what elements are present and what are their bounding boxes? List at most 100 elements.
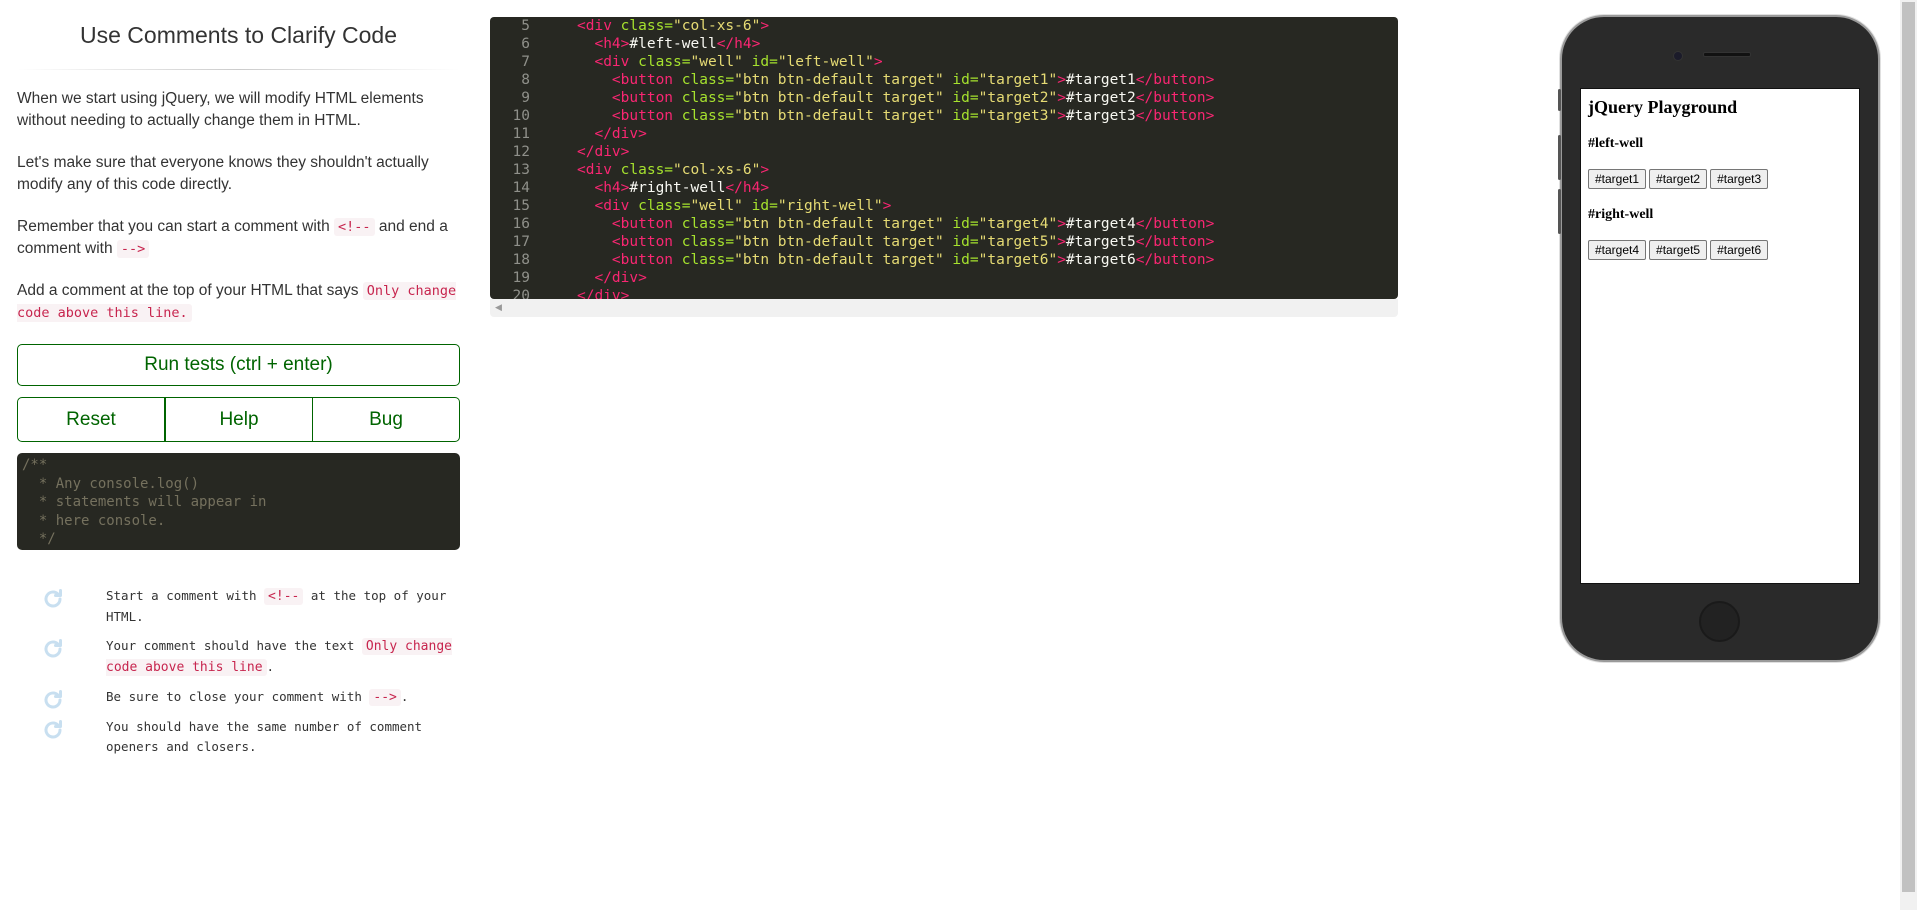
code-content[interactable]: <button class="btn btn-default target" i…	[577, 233, 1214, 251]
help-button[interactable]: Help	[165, 397, 313, 442]
code-line[interactable]: 8 <button class="btn btn-default target"…	[490, 71, 1398, 89]
phone-side-button	[1558, 89, 1561, 111]
code-token: id=	[952, 72, 979, 88]
line-number: 18	[512, 252, 530, 268]
test-text: .	[266, 659, 275, 674]
page-vertical-scrollbar[interactable]	[1900, 0, 1917, 910]
code-editor[interactable]: 5 <div class="col-xs-6"> 6 <h4>#left-well<…	[490, 17, 1398, 299]
bug-button[interactable]: Bug	[313, 397, 460, 442]
code-token: <button	[611, 90, 682, 106]
code-token: "target5"	[978, 234, 1058, 250]
target-button[interactable]: #target1	[1588, 169, 1647, 189]
target-button[interactable]: #target4	[1588, 240, 1647, 260]
code-content[interactable]: <button class="btn btn-default target" i…	[577, 215, 1214, 233]
console-output[interactable]: /** * Any console.log() * statements wil…	[17, 453, 460, 550]
code-token: "target1"	[978, 72, 1058, 88]
code-token: class=	[681, 234, 735, 250]
code-token: "well"	[690, 198, 752, 214]
code-line[interactable]: 15 <div class="well" id="right-well">	[490, 197, 1398, 215]
code-content[interactable]: <div class="col-xs-6">	[577, 161, 769, 179]
test-text: .	[400, 689, 409, 704]
line-number: 10	[512, 108, 530, 124]
reset-button[interactable]: Reset	[17, 397, 165, 442]
code-token: </button>	[1135, 234, 1215, 250]
code-content[interactable]: <div class="col-xs-6">	[577, 17, 769, 35]
code-content[interactable]: <div class="well" id="right-well">	[577, 197, 891, 215]
phone-speaker-icon	[1703, 52, 1751, 57]
code-content[interactable]: <button class="btn btn-default target" i…	[577, 107, 1214, 125]
target-button[interactable]: #target3	[1710, 169, 1769, 189]
scrollbar-thumb[interactable]	[1902, 2, 1915, 892]
description-paragraph: Add a comment at the top of your HTML th…	[17, 280, 460, 324]
code-line[interactable]: 7 <div class="well" id="left-well">	[490, 53, 1398, 71]
refresh-icon	[44, 720, 62, 739]
code-line[interactable]: 20 </div>	[490, 287, 1398, 299]
code-line[interactable]: 13 <div class="col-xs-6">	[490, 161, 1398, 179]
code-content[interactable]: </div>	[577, 269, 646, 287]
line-number: 6	[521, 36, 530, 52]
code-content[interactable]: </div>	[577, 287, 629, 299]
code-token: </h4>	[716, 36, 761, 52]
code-line[interactable]: 10 <button class="btn btn-default target…	[490, 107, 1398, 125]
code-token: <button	[611, 216, 682, 232]
code-token: >	[760, 162, 770, 178]
run-tests-button[interactable]: Run tests (ctrl + enter)	[17, 344, 460, 386]
code-token: >	[873, 54, 883, 70]
code-line[interactable]: 5 <div class="col-xs-6">	[490, 17, 1398, 35]
code-line[interactable]: 16 <button class="btn btn-default target…	[490, 215, 1398, 233]
code-token: "col-xs-6"	[673, 18, 761, 34]
code-line[interactable]: 17 <button class="btn btn-default target…	[490, 233, 1398, 251]
code-line[interactable]: 19 </div>	[490, 269, 1398, 287]
code-line[interactable]: 14 <h4>#right-well</h4>	[490, 179, 1398, 197]
code-token: #target5	[1065, 234, 1136, 250]
code-token: class=	[681, 90, 735, 106]
inline-code: -->	[116, 240, 150, 258]
line-number: 20	[512, 288, 530, 299]
code-content[interactable]: </div>	[577, 143, 629, 161]
code-token: <button	[611, 252, 682, 268]
target-button[interactable]: #target2	[1649, 169, 1708, 189]
code-token: </h4>	[725, 180, 770, 196]
code-content[interactable]: <button class="btn btn-default target" i…	[577, 251, 1214, 269]
code-token: class=	[620, 18, 674, 34]
refresh-icon	[44, 639, 62, 658]
code-line[interactable]: 11 </div>	[490, 125, 1398, 143]
code-lines[interactable]: 5 <div class="col-xs-6"> 6 <h4>#left-well<…	[490, 17, 1398, 299]
code-content[interactable]: </div>	[577, 125, 646, 143]
title-divider	[17, 69, 460, 70]
code-token: class=	[620, 162, 674, 178]
code-line[interactable]: 18 <button class="btn btn-default target…	[490, 251, 1398, 269]
code-token: "btn btn-default target"	[734, 216, 953, 232]
code-token: </button>	[1135, 252, 1215, 268]
code-token: <button	[611, 108, 682, 124]
code-token: #target6	[1065, 252, 1136, 268]
code-content[interactable]: <button class="btn btn-default target" i…	[577, 89, 1214, 107]
test-text: Be sure to close your comment with	[106, 689, 370, 704]
code-token: #target3	[1065, 108, 1136, 124]
target-button[interactable]: #target6	[1710, 240, 1769, 260]
code-content[interactable]: <button class="btn btn-default target" i…	[577, 71, 1214, 89]
line-number: 11	[512, 126, 530, 142]
scroll-left-icon[interactable]: ◀	[495, 302, 502, 313]
code-content[interactable]: <div class="well" id="left-well">	[577, 53, 883, 71]
editor-horizontal-scrollbar[interactable]: ◀	[490, 299, 1398, 317]
code-content[interactable]: <h4>#left-well</h4>	[577, 35, 760, 53]
code-content[interactable]: <h4>#right-well</h4>	[577, 179, 769, 197]
left-well: #target1 #target2 #target3	[1588, 169, 1852, 189]
test-item: Your comment should have the text Only c…	[17, 636, 460, 678]
code-line[interactable]: 9 <button class="btn btn-default target"…	[490, 89, 1398, 107]
target-button[interactable]: #target5	[1649, 240, 1708, 260]
phone-side-button	[1558, 189, 1561, 234]
right-well: #target4 #target5 #target6	[1588, 240, 1852, 260]
code-line[interactable]: 12 </div>	[490, 143, 1398, 161]
code-token: "col-xs-6"	[673, 162, 761, 178]
code-token: "target2"	[978, 90, 1058, 106]
code-token: id=	[952, 234, 979, 250]
code-line[interactable]: 6 <h4>#left-well</h4>	[490, 35, 1398, 53]
